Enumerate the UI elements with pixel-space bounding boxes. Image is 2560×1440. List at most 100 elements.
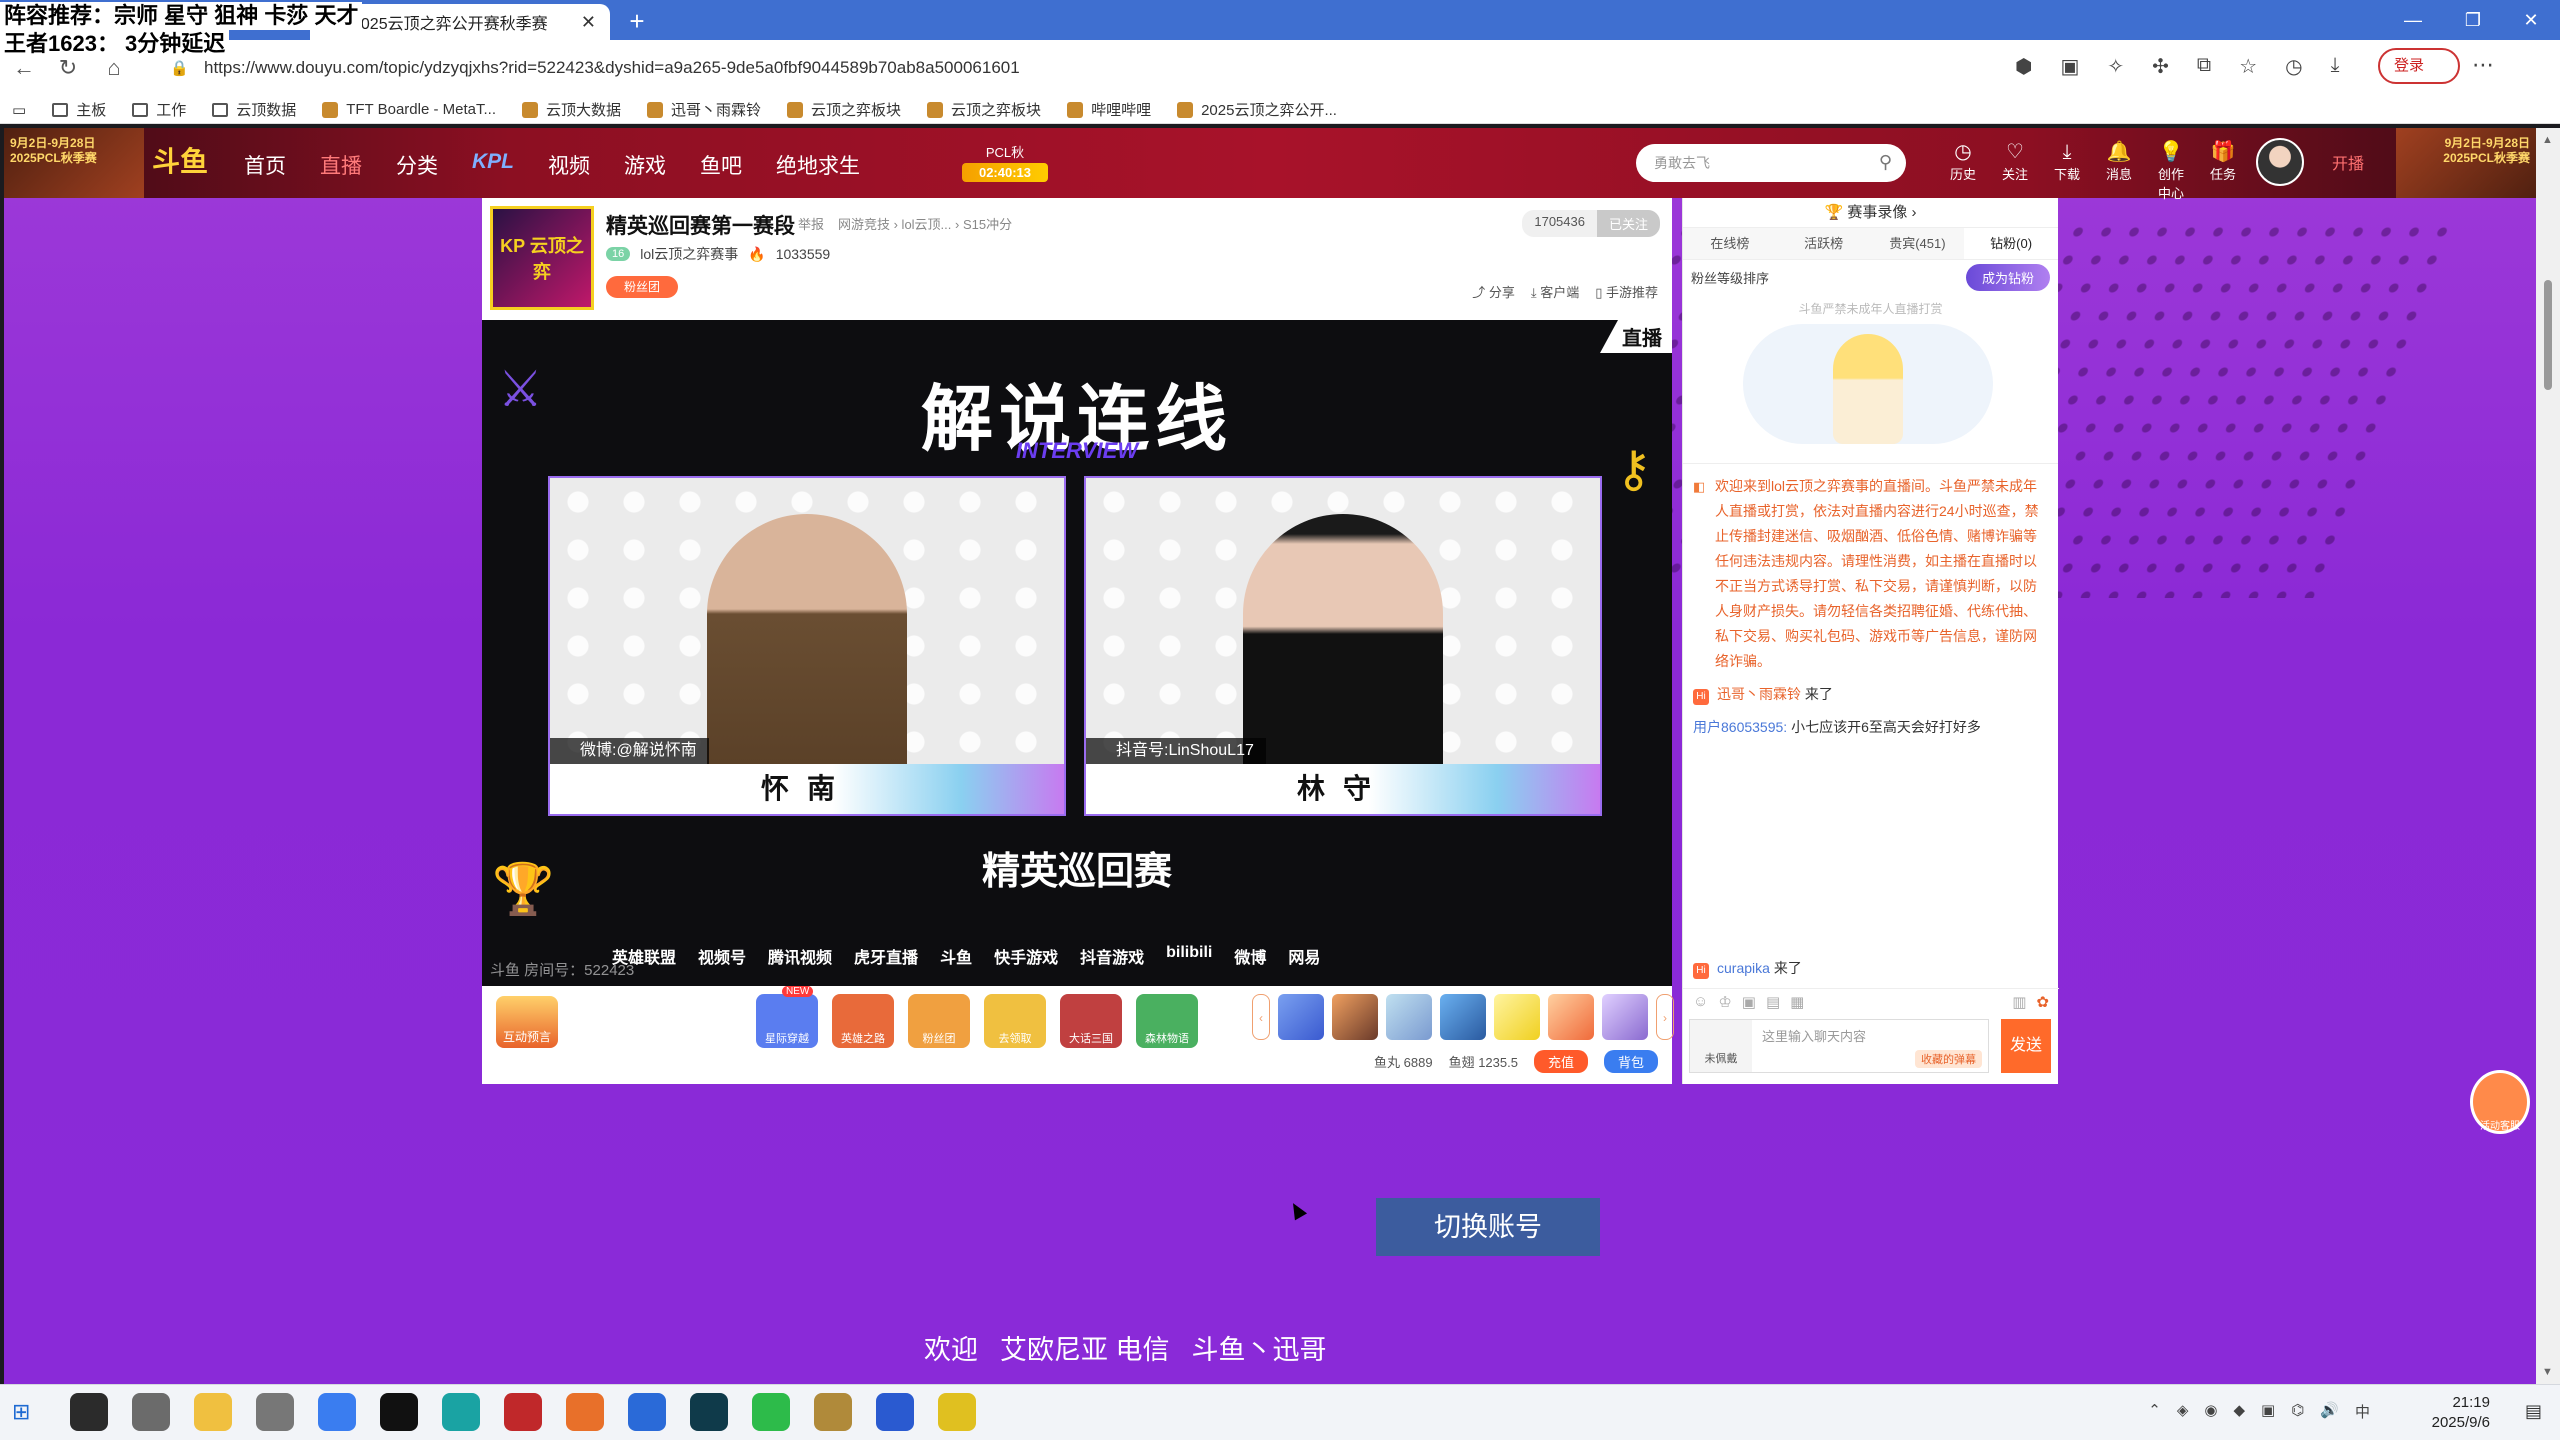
restore-button[interactable]: ❐ [2444,0,2502,40]
mobile-game-button[interactable]: ▯ 手游推荐 [1595,282,1658,301]
app-cube-icon[interactable] [876,1393,914,1431]
message-button[interactable]: 🔔 消息 [2100,140,2138,202]
activity-entry[interactable]: 英雄之路 [832,994,894,1048]
customer-service-button[interactable]: 活动客服 [2470,1070,2530,1134]
puzzle-icon[interactable]: ✣ [2152,54,2169,79]
scroll-thumb[interactable] [2544,280,2552,390]
notification-icon[interactable]: ▤ [2525,1401,2542,1422]
new-tab-button[interactable]: + [622,6,652,36]
anchor-avatar[interactable]: KP 云顶之弈 [490,206,594,310]
nav-category[interactable]: 分类 [396,150,438,180]
danmu-icon[interactable]: ▥ [2012,993,2026,1011]
app-red-icon[interactable] [504,1393,542,1431]
extension-icon[interactable]: ⬢ [2015,54,2032,79]
client-button[interactable]: ⤓ 客户端 [1531,282,1579,301]
tab-diamond-fans[interactable]: 钻粉(0) [1964,228,2058,259]
app-z-icon[interactable] [380,1393,418,1431]
charge-button[interactable]: 充值 [1533,1050,1588,1073]
nav-home[interactable]: 首页 [244,150,286,180]
send-button[interactable]: 发送 [2001,1019,2051,1073]
gift-msg-icon[interactable]: ▤ [1766,993,1780,1011]
task-button[interactable]: 🎁 任务 [2204,140,2242,202]
bookmark-item[interactable]: 工作 [132,99,186,120]
creator-center-button[interactable]: 💡 创作中心 [2152,140,2190,202]
room-category[interactable]: 网游竞技 › lol云顶... › S15冲分 [838,214,1012,233]
wechat-icon[interactable] [752,1393,790,1431]
tray-app-icon[interactable]: ▣ [2261,1401,2275,1422]
login-button[interactable]: 登录 [2378,48,2460,84]
extension-icon[interactable]: ✧ [2107,54,2124,79]
task-view-icon[interactable] [132,1393,170,1431]
app-blue-icon[interactable] [318,1393,356,1431]
site-search-input[interactable]: 勇敢去飞 ⚲ [1636,144,1906,182]
followed-button[interactable]: 已关注 [1596,210,1660,237]
activity-entry[interactable]: 星际穿越 [756,994,818,1048]
activity-entry[interactable]: 粉丝团 [908,994,970,1048]
gift-scroll-right-icon[interactable]: › [1656,994,1674,1040]
app-lol-icon[interactable] [814,1393,852,1431]
scroll-up-icon[interactable]: ▲ [2542,134,2553,146]
fans-club-button[interactable]: 粉丝团 [606,276,678,298]
open-live-button[interactable]: 开播 [2332,150,2364,174]
match-record-link[interactable]: 🏆 赛事录像 › [1683,198,2058,228]
nav-pubg[interactable]: 绝地求生 [776,150,860,180]
download-icon[interactable]: ⤓ [2331,54,2340,79]
split-screen-icon[interactable]: ⧉ [2197,54,2211,79]
more-icon[interactable]: ⋯ [2472,52,2494,78]
lock-icon[interactable]: 🔒 [170,59,192,77]
tray-app-icon[interactable]: ◉ [2204,1401,2217,1422]
nav-kpl[interactable]: KPL [472,150,514,180]
bookmark-item[interactable]: 云顶之弈板块 [787,99,901,120]
close-tab-icon[interactable]: ✕ [581,12,596,33]
gift-item[interactable] [1548,994,1594,1040]
edge-icon[interactable] [442,1393,480,1431]
settings-icon[interactable]: ▦ [1790,993,1804,1011]
gift-item[interactable] [1602,994,1648,1040]
nav-yuba[interactable]: 鱼吧 [700,150,742,180]
activity-entry[interactable]: 森林物语 [1136,994,1198,1048]
nav-game[interactable]: 游戏 [624,150,666,180]
explorer-icon[interactable] [194,1393,232,1431]
chat-username[interactable]: curapika [1717,960,1770,976]
image-icon[interactable]: ▣ [1742,993,1756,1011]
user-avatar[interactable] [2256,138,2304,186]
emoji-icon[interactable]: ☺ [1693,993,1708,1011]
history-icon[interactable]: ◷ [2285,54,2302,79]
nav-video[interactable]: 视频 [548,150,590,180]
volume-icon[interactable]: 🔊 [2320,1401,2339,1422]
download-button[interactable]: ⤓ 下载 [2048,140,2086,202]
bookmark-item[interactable]: 哔哩哔哩 [1067,99,1151,120]
gift-item[interactable] [1332,994,1378,1040]
url-field[interactable]: 🔒 https://www.douyu.com/topic/ydzyqjxhs?… [150,48,2030,88]
douyu-logo[interactable]: 斗鱼 [152,140,208,180]
become-diamond-button[interactable]: 成为钻粉 [1965,263,2050,291]
bookmark-item[interactable]: 云顶之弈板块 [927,99,1041,120]
wear-badge-button[interactable]: 未佩戴 [1690,1020,1752,1072]
gift-scroll-left-icon[interactable]: ‹ [1252,994,1270,1040]
anchor-name[interactable]: lol云顶之弈赛事 [640,244,738,264]
app-blue2-icon[interactable] [628,1393,666,1431]
microphone-icon[interactable] [256,1393,294,1431]
interactive-prediction-button[interactable]: 互动预言 [496,996,558,1048]
activity-entry[interactable]: 去领取 [984,994,1046,1048]
chat-input-field[interactable]: 这里输入聊天内容 收藏的弹幕 [1752,1020,1988,1072]
gift-item[interactable] [1494,994,1540,1040]
event-banner-right[interactable]: 9月2日-9月28日 2025PCL秋季赛 [2396,128,2536,198]
bookmark-item[interactable]: 主板 [52,99,106,120]
switch-account-button[interactable]: 切换账号 [1376,1198,1600,1256]
fan-badge-icon[interactable]: ♔ [1718,993,1731,1011]
bookmark-item[interactable]: 云顶数据 [212,99,296,120]
red-packet-icon[interactable]: ✿ [2036,993,2049,1011]
tray-app-icon[interactable]: ◆ [2233,1401,2245,1422]
ime-icon[interactable]: 中 [2355,1401,2370,1422]
gift-item[interactable] [1278,994,1324,1040]
chat-username[interactable]: 迅哥丶雨霖铃 [1717,686,1801,702]
tray-app-icon[interactable]: ◈ [2177,1401,2189,1422]
search-icon[interactable] [70,1393,108,1431]
tab-vip[interactable]: 贵宾(451) [1871,228,1965,259]
minimize-button[interactable]: — [2384,0,2442,40]
gift-item[interactable] [1440,994,1486,1040]
taskbar-clock[interactable]: 21:19 2025/9/6 [2432,1393,2490,1433]
backpack-button[interactable]: 背包 [1603,1050,1658,1073]
nav-live[interactable]: 直播 [320,150,362,180]
